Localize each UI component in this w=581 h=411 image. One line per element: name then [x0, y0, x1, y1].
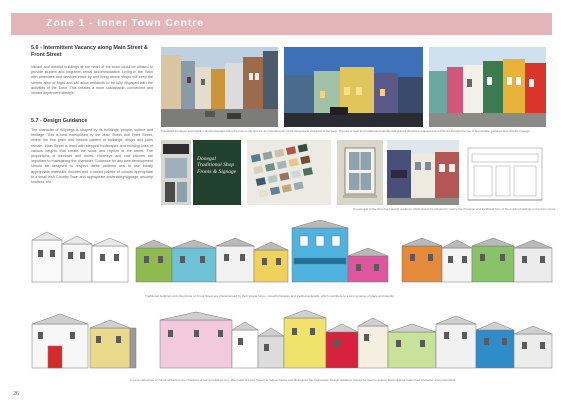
- photo-caption-main: Populated frontages and brightly coloure…: [161, 129, 531, 133]
- photo-caption-secondary: An example of the shop front design guid…: [353, 207, 557, 211]
- street-photo-dusk: [284, 47, 423, 127]
- streetscape-elevation-bottom: [30, 306, 554, 372]
- page-number: 26: [13, 391, 19, 397]
- shopfront-elevation-drawing: [464, 140, 546, 205]
- street-photo-colourful-terrace: [429, 47, 546, 127]
- book-title: Donegal Traditional Shop Fronts & Signag…: [197, 156, 237, 175]
- page-title: Zone 1 - Inner Town Centre: [46, 17, 204, 29]
- streetscape-elevation-top: [30, 220, 554, 286]
- window-detail-photo: [337, 140, 383, 205]
- shopfronts-street-photo: [387, 140, 459, 205]
- section-heading-design-guidance: 5.7 - Design Guidance: [31, 118, 88, 124]
- colour-swatches-image: [247, 140, 331, 205]
- document-page: Zone 1 - Inner Town Centre 5.6 - Intermi…: [0, 0, 581, 411]
- section-body-vacancy: Vacant and derelict buildings at the hea…: [31, 65, 153, 96]
- drawing-caption-bottom: A more varied use of colour will add to …: [130, 378, 457, 382]
- drawing-caption-top: Traditional buildings and shopfronts on …: [145, 294, 395, 298]
- section-body-design-guidance: The character of Killybegs is shaped by …: [31, 128, 153, 185]
- street-photo-1: [161, 47, 278, 127]
- section-heading-vacancy: 5.6 - Intermittent Vacancy along Main St…: [31, 45, 148, 58]
- shopfront-photo: [161, 140, 191, 205]
- book-cover: Donegal Traditional Shop Fronts & Signag…: [193, 140, 241, 205]
